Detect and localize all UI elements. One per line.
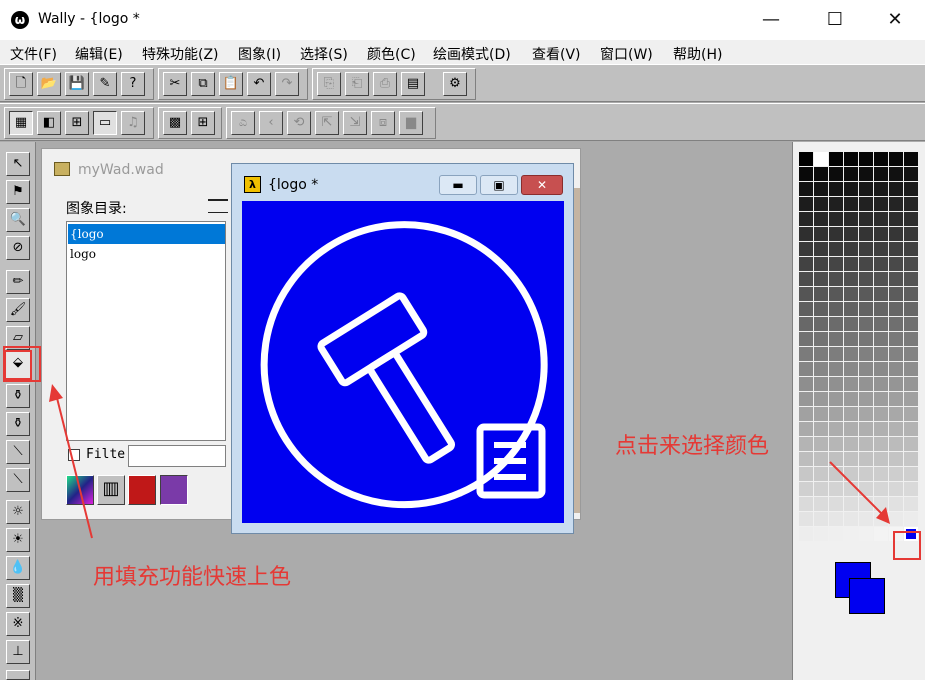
fill-tool-annotation: 用填充功能快速上色 bbox=[93, 565, 292, 590]
pick-color-annotation: 点击来选择颜色 bbox=[615, 434, 770, 459]
